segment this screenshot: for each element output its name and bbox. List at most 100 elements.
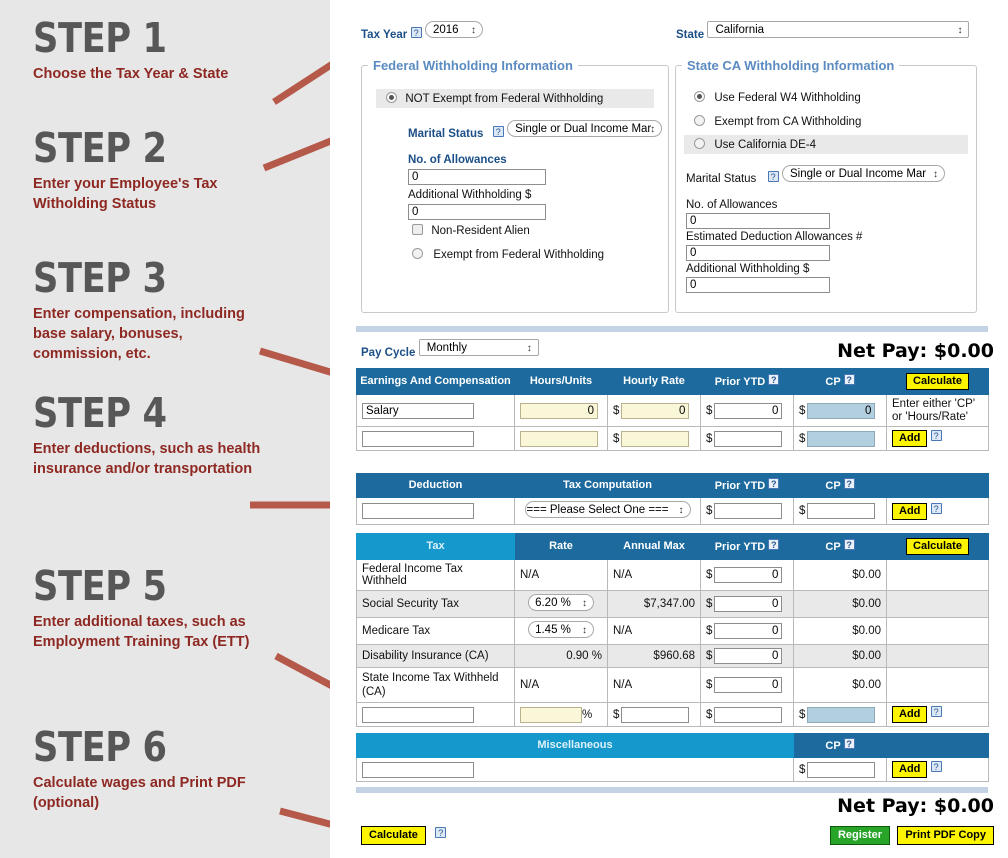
state-opt-w4-row[interactable]: Use Federal W4 Withholding (694, 90, 861, 104)
tax-row1-ytd-input[interactable] (714, 596, 783, 612)
tax-row0-cp: $0.00 (793, 559, 887, 591)
state-estimated-group: Estimated Deduction Allowances # (686, 229, 862, 261)
earnings-row2-hours-input[interactable] (520, 430, 598, 447)
deduction-cp-input[interactable] (807, 503, 876, 519)
earnings-row1-name-input[interactable] (362, 402, 474, 419)
state-exempt-radio[interactable] (694, 115, 705, 126)
state-marital-label: Marital Status (686, 173, 757, 185)
misc-add-button[interactable]: Add (892, 761, 928, 778)
misc-add-help-icon[interactable]: ? (930, 761, 942, 772)
tax-year-select[interactable]: 2016 (424, 21, 483, 38)
federal-exempt-radio[interactable] (412, 248, 423, 259)
tax-row4-name: State Income Tax Withheld (CA) (356, 667, 515, 703)
tax-row2-ytd-input[interactable] (714, 623, 783, 639)
deduction-name-input[interactable] (362, 503, 474, 519)
earnings-row1-rate-input[interactable] (621, 402, 690, 419)
tax-cp-help-icon[interactable]: ? (843, 539, 855, 550)
deduction-table: Deduction Tax Computation Prior YTD ? CP… (356, 473, 989, 525)
deduction-ytd-help-icon[interactable]: ? (768, 478, 780, 489)
earnings-table: Earnings And Compensation Hours/Units Ho… (356, 368, 989, 451)
federal-exempt-row[interactable]: Exempt from Federal Withholding (412, 247, 604, 261)
tax-blank-cp-input[interactable] (807, 706, 876, 723)
state-estimated-input[interactable] (686, 245, 830, 261)
non-resident-alien-checkbox[interactable] (412, 224, 423, 235)
federal-allowances-input[interactable] (408, 169, 546, 185)
register-button[interactable]: Register (829, 826, 890, 845)
misc-cp-help-icon[interactable]: ? (843, 738, 855, 749)
tax-ytd-help-icon[interactable]: ? (768, 539, 780, 550)
misc-cp-cell: $ (793, 757, 887, 782)
earnings-row1-ytd-input[interactable] (714, 402, 783, 419)
tax-row0-rate: N/A (514, 559, 608, 591)
federal-not-exempt-radio[interactable] (386, 92, 397, 103)
deduction-th-name: Deduction (356, 473, 515, 498)
currency-sign: $ (706, 625, 713, 637)
federal-nra-row[interactable]: Non-Resident Alien (412, 223, 530, 237)
earnings-row1-hours-input[interactable] (520, 402, 598, 419)
federal-additional-input[interactable] (408, 204, 546, 220)
federal-allowances-label: No. of Allowances (408, 154, 507, 166)
footer-calculate-button[interactable]: Calculate (361, 826, 426, 845)
state-opt-de4-row[interactable]: Use California DE-4 (684, 135, 968, 154)
state-opt-exempt-row[interactable]: Exempt from CA Withholding (694, 114, 861, 128)
earnings-calculate-button[interactable]: Calculate (906, 373, 969, 390)
tax-blank-name-cell (356, 702, 515, 727)
tax-row1-rate-select[interactable]: 6.20 % (528, 594, 594, 611)
tax-row2-rate-select[interactable]: 1.45 % (528, 621, 594, 638)
tax-add-help-icon[interactable]: ? (930, 706, 942, 717)
pay-cycle-group: Pay Cycle Monthly (361, 336, 539, 359)
earnings-row2-name-input[interactable] (362, 430, 474, 447)
earnings-row1-cp-input[interactable] (807, 402, 876, 419)
deduction-computation-select[interactable]: === Please Select One === (524, 501, 691, 518)
tax-add-button[interactable]: Add (892, 706, 928, 723)
federal-marital-select[interactable]: Single or Dual Income Mar (507, 120, 663, 137)
deduction-computation-value: === Please Select One === (526, 504, 669, 516)
tax-calculate-button[interactable]: Calculate (906, 538, 969, 555)
state-federal-w4-radio[interactable] (694, 91, 705, 102)
earnings-ytd-help-icon[interactable]: ? (768, 374, 780, 385)
earnings-cp-help-icon[interactable]: ? (843, 374, 855, 385)
federal-not-exempt-row[interactable]: NOT Exempt from Federal Withholding (376, 89, 654, 108)
section-divider-top (356, 326, 988, 332)
deduction-add-help-icon[interactable]: ? (930, 502, 942, 514)
footer-calculate-help-icon[interactable]: ? (435, 827, 447, 838)
tax-row0-ytd-input[interactable] (714, 567, 783, 583)
state-additional-input[interactable] (686, 277, 830, 293)
currency-sign: $ (706, 569, 713, 581)
state-allowances-input[interactable] (686, 213, 830, 229)
state-select[interactable]: California (707, 21, 970, 38)
earnings-add-help-icon[interactable]: ? (930, 430, 942, 441)
table-row: Federal Income Tax Withheld N/A N/A $ $0… (356, 559, 989, 591)
tax-blank-max-input[interactable] (621, 706, 690, 723)
step-desc-1: Choose the Tax Year & State (33, 66, 229, 82)
state-marital-select[interactable]: Single or Dual Income Mar (782, 165, 945, 182)
tax-blank-rate-input[interactable] (520, 706, 582, 723)
tax-blank-name-input[interactable] (362, 706, 474, 723)
misc-th-action (886, 733, 989, 758)
deduction-ytd-input[interactable] (714, 503, 783, 519)
tax-row2-cp: $0.00 (793, 617, 887, 645)
earnings-row2-rate-input[interactable] (621, 430, 690, 447)
tax-blank-ytd-input[interactable] (714, 706, 783, 723)
step-block-2: STEP 2 Enter your Employee's Tax Withold… (33, 128, 313, 214)
earnings-row2-ytd-input[interactable] (714, 430, 783, 447)
tax-row0-ytd-cell: $ (700, 559, 794, 591)
earnings-add-button[interactable]: Add (892, 430, 928, 447)
earnings-row2-cp-input[interactable] (807, 430, 876, 447)
state-marital-help-icon[interactable]: ? (767, 171, 779, 182)
misc-name-input[interactable] (362, 761, 474, 778)
misc-cp-input[interactable] (807, 761, 876, 778)
tax-year-help-icon[interactable]: ? (410, 27, 422, 38)
print-pdf-button[interactable]: Print PDF Copy (897, 826, 994, 845)
pay-cycle-select[interactable]: Monthly (418, 339, 539, 356)
federal-marital-help-icon[interactable]: ? (492, 126, 504, 137)
tax-row2-name: Medicare Tax (356, 617, 515, 645)
step-desc-3: Enter compensation, including base salar… (33, 306, 245, 362)
deduction-cp-help-icon[interactable]: ? (843, 478, 855, 489)
deduction-add-button[interactable]: Add (892, 502, 928, 520)
state-de4-radio[interactable] (694, 138, 705, 149)
tax-row4-ytd-input[interactable] (714, 677, 783, 693)
tax-row3-ytd-input[interactable] (714, 648, 783, 664)
step-block-4: STEP 4 Enter deductions, such as health … (33, 393, 313, 479)
deduction-cp-cell: $ (793, 497, 887, 525)
